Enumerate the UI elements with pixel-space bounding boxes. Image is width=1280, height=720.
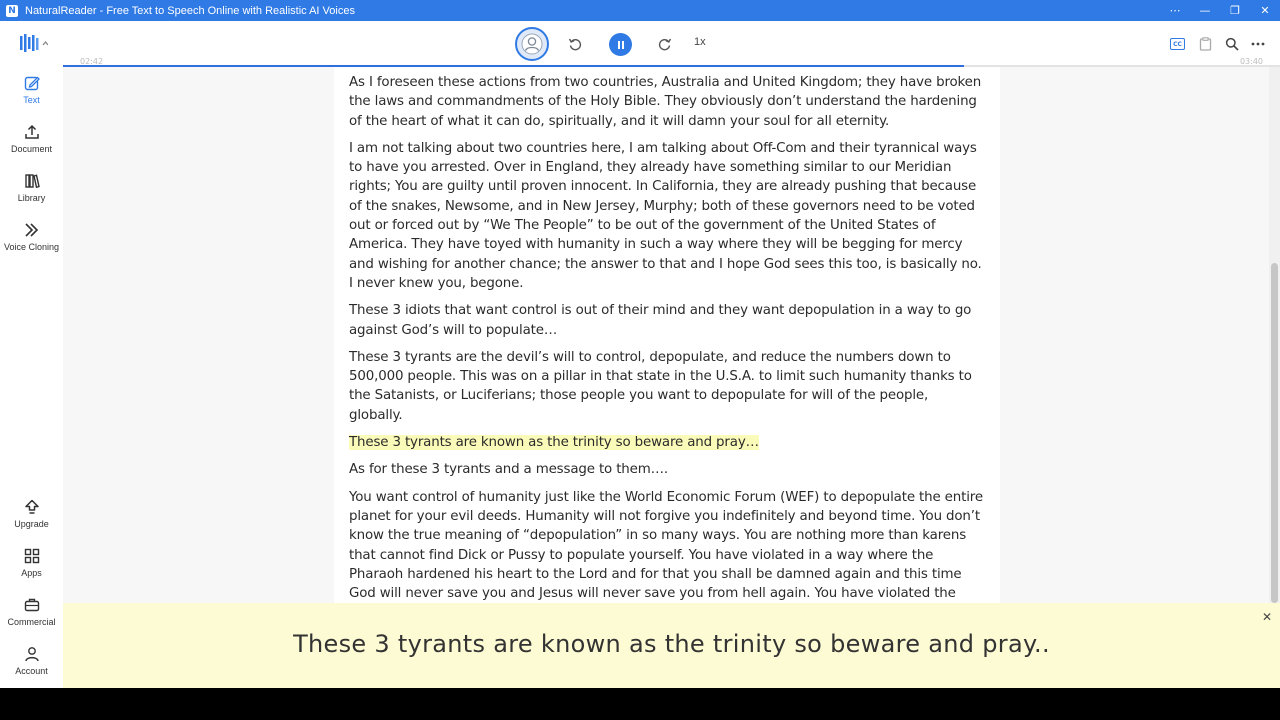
paragraph-text: These 3 idiots that want control is out … <box>349 303 972 338</box>
highlighted-paragraph[interactable]: These 3 tyrants are known as the trinity… <box>349 433 985 452</box>
paragraph[interactable]: You want control of humanity just like t… <box>349 488 985 603</box>
more-horizontal-icon <box>1251 42 1265 46</box>
more-options-icon[interactable]: ⋯ <box>1160 0 1190 21</box>
upload-icon <box>24 124 39 139</box>
account-icon <box>24 647 39 662</box>
paragraph-text: As I foreseen these actions from two cou… <box>349 75 982 129</box>
paragraph[interactable]: As for these 3 tyrants and a message to … <box>349 460 985 479</box>
paragraph-text: These 3 tyrants are known as the trinity… <box>349 435 759 451</box>
paragraph-text: You want control of humanity just like t… <box>349 489 983 602</box>
briefcase-icon <box>24 598 39 612</box>
voice-clone-icon <box>24 223 38 237</box>
paragraph-text: As for these 3 tyrants and a message to … <box>349 462 668 478</box>
more-menu-button[interactable] <box>1247 33 1269 55</box>
reading-area: As I foreseen these actions from two cou… <box>63 67 1269 603</box>
sidebar-item-label: Library <box>17 193 46 203</box>
sidebar-item-apps[interactable]: Apps <box>0 546 63 578</box>
paragraph[interactable]: I am not talking about two countries her… <box>349 139 985 293</box>
books-icon <box>24 174 40 189</box>
paragraph-text: These 3 tyrants are the devil’s will to … <box>349 349 972 423</box>
forward-icon <box>658 38 672 51</box>
sidebar-item-label: Voice Cloning <box>3 242 60 252</box>
paragraph[interactable]: As I foreseen these actions from two cou… <box>349 73 985 131</box>
app-logo-icon: N <box>6 4 18 17</box>
scrollbar-thumb[interactable] <box>1271 263 1278 603</box>
naturalreader-logo-icon <box>20 34 48 52</box>
playback-speed-button[interactable]: 1x <box>694 36 706 48</box>
restore-button[interactable]: ❐ <box>1220 0 1250 21</box>
sidebar: Text Document Library Voice Cloning Upgr… <box>0 21 63 688</box>
paragraph-text: I am not talking about two countries her… <box>349 140 982 291</box>
window-controls: ⋯ — ❐ ✕ <box>1160 0 1280 21</box>
sidebar-item-label: Commercial <box>7 617 56 627</box>
clipboard-button[interactable] <box>1194 33 1216 55</box>
paragraph[interactable]: These 3 idiots that want control is out … <box>349 301 985 340</box>
pause-button[interactable] <box>609 33 632 56</box>
paragraph[interactable]: These 3 tyrants are the devil’s will to … <box>349 348 985 425</box>
edit-icon <box>24 76 40 91</box>
sidebar-item-commercial[interactable]: Commercial <box>0 595 63 627</box>
sidebar-item-label: Apps <box>21 568 42 578</box>
sidebar-item-account[interactable]: Account <box>0 644 63 676</box>
clipboard-icon <box>1199 37 1211 51</box>
minimize-button[interactable]: — <box>1190 0 1220 21</box>
sidebar-item-label: Account <box>15 666 48 676</box>
sidebar-item-upgrade[interactable]: Upgrade <box>0 497 63 529</box>
document-text[interactable]: As I foreseen these actions from two cou… <box>334 67 1000 603</box>
user-avatar-icon <box>521 33 543 55</box>
cc-toggle-button[interactable]: CC <box>1170 38 1185 50</box>
taskbar-strip <box>0 688 1280 720</box>
rewind-button[interactable] <box>564 33 586 55</box>
forward-button[interactable] <box>654 33 676 55</box>
sidebar-item-library[interactable]: Library <box>0 171 63 203</box>
player-toolbar: 02:42 03:40 1x CC <box>63 21 1280 67</box>
sidebar-item-label: Upgrade <box>14 519 49 529</box>
close-window-button[interactable]: ✕ <box>1250 0 1280 21</box>
sidebar-item-label: Document <box>10 144 53 154</box>
sidebar-item-label: Text <box>23 95 40 105</box>
rewind-icon <box>568 38 582 51</box>
scrollbar[interactable] <box>1269 67 1280 603</box>
apps-grid-icon <box>24 548 39 564</box>
sidebar-item-document[interactable]: Document <box>0 122 63 154</box>
search-icon <box>1225 37 1239 51</box>
window-title: NaturalReader - Free Text to Speech Onli… <box>25 4 355 17</box>
caption-bar: ✕ These 3 tyrants are known as the trini… <box>63 603 1280 688</box>
sidebar-item-text[interactable]: Text <box>0 73 63 105</box>
upgrade-icon <box>24 499 39 514</box>
pause-icon <box>617 40 624 49</box>
window-titlebar: N NaturalReader - Free Text to Speech On… <box>0 0 1280 21</box>
sidebar-item-voice-cloning[interactable]: Voice Cloning <box>0 220 63 252</box>
close-caption-icon[interactable]: ✕ <box>1262 610 1272 624</box>
search-button[interactable] <box>1221 33 1243 55</box>
caption-text: These 3 tyrants are known as the trinity… <box>293 630 1050 658</box>
voice-avatar-button[interactable] <box>515 27 549 61</box>
app-logo[interactable] <box>20 34 48 52</box>
